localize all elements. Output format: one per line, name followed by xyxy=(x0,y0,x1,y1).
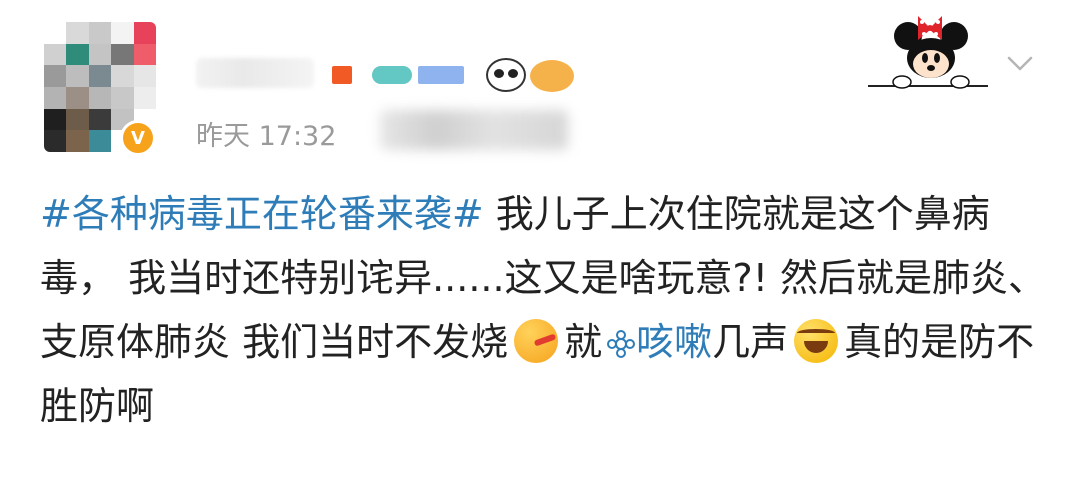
keyword-link-label: 咳嗽 xyxy=(636,320,713,364)
post-source-obscured xyxy=(380,110,568,150)
username-obscured[interactable] xyxy=(196,58,314,88)
laughing-tears-icon xyxy=(794,319,839,363)
member-badge-icon[interactable] xyxy=(332,66,352,84)
topic-link[interactable]: #各种病毒正在轮番来袭# xyxy=(40,192,484,236)
post-timestamp: 昨天 17:32 xyxy=(196,121,337,152)
post-text-part-3: 几声 xyxy=(712,320,789,364)
keyword-link[interactable]: 咳嗽 xyxy=(602,320,712,364)
weibo-post: V 昨天 17:32 #各种病毒正在轮番来袭# 我儿子上次住院就是这个鼻病毒， … xyxy=(0,0,1080,479)
minnie-mouse-icon xyxy=(868,16,988,89)
food-badge-icon[interactable] xyxy=(530,60,574,92)
chevron-down-icon[interactable] xyxy=(1006,52,1034,74)
post-text-part-2: 就 xyxy=(564,320,603,364)
link-flower-icon xyxy=(607,330,636,358)
face-with-thermometer-icon xyxy=(514,319,559,363)
panda-badge-icon[interactable] xyxy=(486,58,526,92)
level-badge-icon[interactable] xyxy=(372,66,412,84)
title-badge-icon[interactable] xyxy=(418,66,464,84)
verified-v-icon: V xyxy=(120,120,156,156)
post-content: #各种病毒正在轮番来袭# 我儿子上次住院就是这个鼻病毒， 我当时还特别诧异...… xyxy=(40,182,1050,438)
